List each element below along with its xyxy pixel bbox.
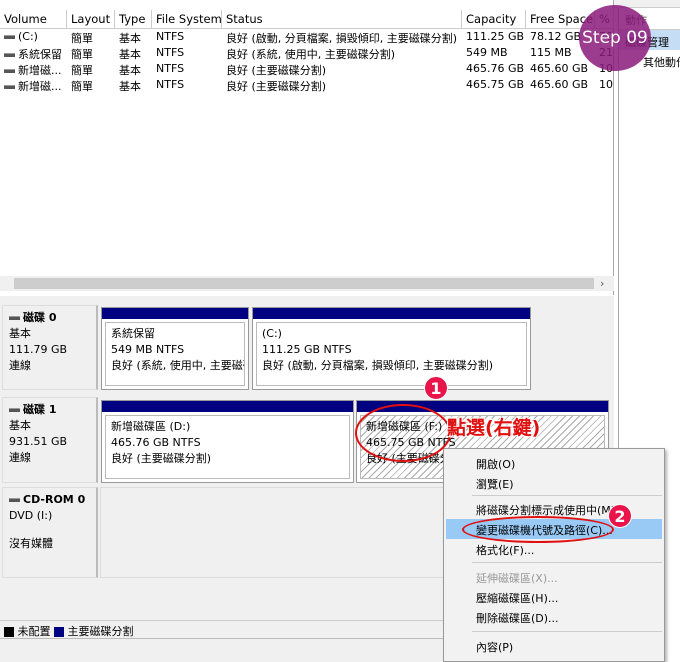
cell-layout: 簡單 [71,64,93,77]
disk-1-label[interactable]: 磁碟 1 基本 931.51 GB 連線 [2,397,98,483]
cell-volume: 新增磁... [0,61,67,77]
menu-extend: 延伸磁碟區(X)... [476,572,558,585]
scroll-right-icon[interactable]: › [600,277,604,290]
legend-swatch-unallocated [4,627,14,637]
cell-capacity: 111.25 GB [466,30,525,43]
cell-status: 良好 (系統, 使用中, 主要磁碟分割) [226,48,396,61]
cell-type: 基本 [119,32,141,45]
volume-icon [4,85,15,89]
cell-free-space: 465.60 GB [530,78,589,91]
menu-properties[interactable]: 內容(P) [446,636,662,656]
partition-d[interactable]: 新增磁碟區 (D:) 465.76 GB NTFS 良好 (主要磁碟分割) [101,400,354,483]
col-header-layout[interactable]: Layout [67,10,115,29]
cell-status: 良好 (主要磁碟分割) [226,64,327,77]
step-number-1: 1 [424,376,448,400]
cell-type: 基本 [119,80,141,93]
cell-percent: 10 [599,78,613,91]
table-row[interactable]: 新增磁... 簡單 基本 NTFS 良好 (主要磁碟分割) 465.75 GB 465.60… [0,77,614,93]
cell-file-system: NTFS [156,62,185,75]
cell-capacity: 465.75 GB [466,78,525,91]
volume-icon [4,53,15,57]
partition-system-reserved[interactable]: 系統保留 549 MB NTFS 良好 (系統, 使用中, 主要磁碟 [101,307,249,390]
menu-open[interactable]: 開啟(O) [446,453,662,473]
cell-file-system: NTFS [156,30,185,43]
disk-0-label[interactable]: 磁碟 0 基本 111.79 GB 連線 [2,305,98,390]
cell-file-system: NTFS [156,46,185,59]
cell-volume: 系統保留 [0,45,67,61]
cell-volume: 新增磁... [0,77,67,93]
cell-file-system: NTFS [156,78,185,91]
cell-type: 基本 [119,64,141,77]
cell-layout: 簡單 [71,32,93,45]
cdrom-label[interactable]: CD-ROM 0 DVD (I:) 沒有媒體 [2,487,98,578]
step-badge: Step 09 [579,5,651,71]
menu-explore[interactable]: 瀏覽(E) [446,473,662,493]
disk-icon [9,408,20,412]
cell-volume: (C:) [0,29,67,45]
cell-capacity: 549 MB [466,46,508,59]
menu-shrink[interactable]: 壓縮磁碟區(H)... [446,587,662,607]
col-header-type[interactable]: Type [115,10,152,29]
table-row[interactable]: 系統保留 簡單 基本 NTFS 良好 (系統, 使用中, 主要磁碟分割) 549 MB 11… [0,45,614,61]
callout-right-click: 點選(右鍵) [447,417,541,439]
col-header-status[interactable]: Status [222,10,462,29]
disk-icon [9,316,20,320]
col-header-capacity[interactable]: Capacity [462,10,526,29]
cell-status: 良好 (啟動, 分頁檔案, 損毀傾印, 主要磁碟分割) [226,32,458,45]
cell-type: 基本 [119,48,141,61]
volume-icon [4,35,15,39]
volume-icon [4,69,15,73]
menu-delete[interactable]: 刪除磁碟區(D)... [446,607,662,627]
highlight-oval-2 [462,516,614,543]
cell-layout: 簡單 [71,80,93,93]
cell-free-space: 465.60 GB [530,62,589,75]
highlight-oval-1 [355,404,451,462]
scrollbar-thumb[interactable] [14,278,594,289]
step-number-2: 2 [608,504,632,528]
cdrom-icon [9,498,20,502]
col-header-volume[interactable]: Volume [0,10,67,29]
legend-swatch-primary [54,627,64,637]
cell-layout: 簡單 [71,48,93,61]
cell-capacity: 465.76 GB [466,62,525,75]
cell-status: 良好 (主要磁碟分割) [226,80,327,93]
partition-c[interactable]: (C:) 111.25 GB NTFS 良好 (啟動, 分頁檔案, 損毀傾印, 主要… [252,307,531,390]
context-menu: 開啟(O) 瀏覽(E) 將磁碟分割標示成使用中(M) 變更磁碟機代號及路徑(C)… [443,448,665,662]
table-row[interactable]: (C:) 簡單 基本 NTFS 良好 (啟動, 分頁檔案, 損毀傾印, 主要磁碟分割) 1… [0,29,614,45]
table-row[interactable]: 新增磁... 簡單 基本 NTFS 良好 (主要磁碟分割) 465.76 GB 465.60… [0,61,614,77]
col-header-file-system[interactable]: File System [152,10,222,29]
